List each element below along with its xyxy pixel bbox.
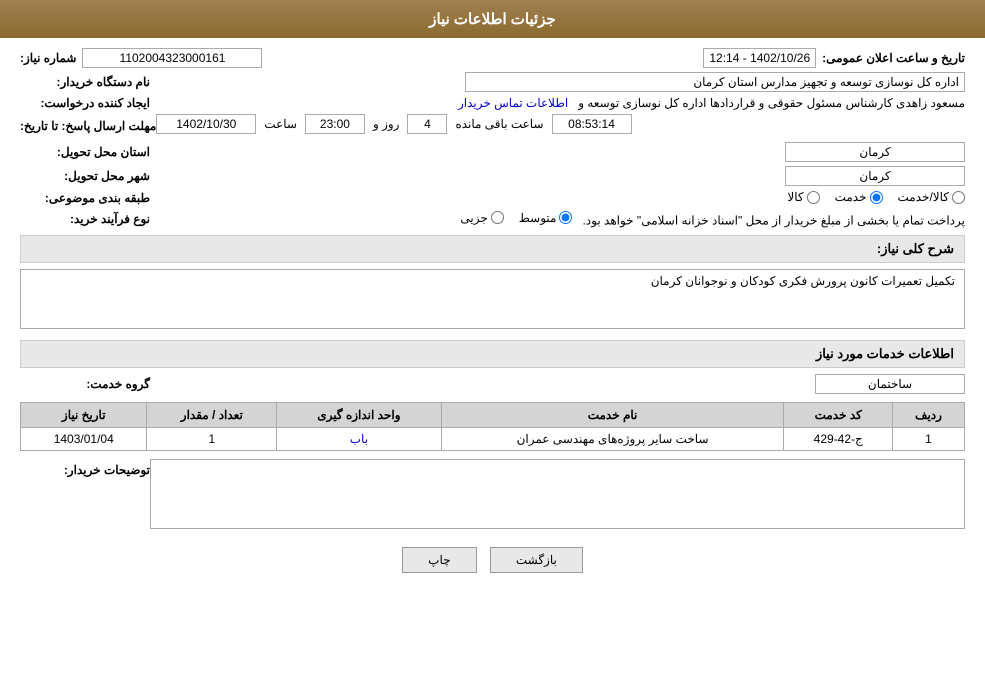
tosifat-label: توضیحات خریدار:: [20, 459, 150, 477]
tarikh-value: 1402/10/26 - 12:14: [703, 48, 816, 68]
tarikh-label: تاریخ و ساعت اعلان عمومی:: [822, 51, 965, 65]
tosifat-row: توضیحات خریدار:: [20, 459, 965, 532]
nam-dastgah-row: اداره کل نوسازی توسعه و تجهیز مدارس استا…: [20, 72, 965, 92]
ostan-row: کرمان استان محل تحویل:: [20, 142, 965, 162]
tabaqe-khadamat-label: خدمت: [835, 190, 867, 204]
ostan-label: استان محل تحویل:: [20, 145, 150, 159]
mande-label: ساعت باقی مانده: [455, 117, 543, 131]
tabaqe-khadamat-radio[interactable]: [870, 191, 883, 204]
cell-kod: ج-42-429: [784, 428, 893, 451]
farayand-radio-group: متوسط جزیی: [460, 211, 572, 225]
shomare-section: 1102004323000161 شماره نیاز:: [20, 48, 262, 68]
main-content: تاریخ و ساعت اعلان عمومی: 1402/10/26 - 1…: [0, 38, 985, 593]
header-title: جزئیات اطلاعات نیاز: [429, 11, 556, 28]
back-button[interactable]: بازگشت: [490, 547, 583, 573]
time-details-row: 08:53:14 ساعت باقی مانده 4 روز و 23:00 س…: [156, 114, 965, 134]
services-table-head: ردیف کد خدمت نام خدمت واحد اندازه گیری ت…: [21, 403, 965, 428]
page-container: جزئیات اطلاعات نیاز تاریخ و ساعت اعلان ع…: [0, 0, 985, 691]
services-table-header-row: ردیف کد خدمت نام خدمت واحد اندازه گیری ت…: [21, 403, 965, 428]
sharh-koli-wrap: تکمیل تعمیرات کانون پرورش فکری کودکان و …: [20, 269, 965, 332]
shahr-value-wrap: کرمان: [150, 166, 965, 186]
mande-value: 08:53:14: [552, 114, 632, 134]
mohlat-date: 1402/10/30: [156, 114, 256, 134]
cell-tedad: 1: [147, 428, 277, 451]
shomare-niaz-value: 1102004323000161: [82, 48, 262, 68]
shahr-value: کرمان: [785, 166, 965, 186]
sharh-koli-value: تکمیل تعمیرات کانون پرورش فکری کودکان و …: [651, 274, 955, 288]
shomare-niaz-label: شماره نیاز:: [20, 51, 76, 65]
sharh-koli-title: شرح کلی نیاز:: [20, 235, 965, 263]
sharh-koli-label: شرح کلی نیاز:: [877, 241, 954, 256]
mohlat-row: 08:53:14 ساعت باقی مانده 4 روز و 23:00 س…: [20, 114, 965, 138]
nam-dastgah-label: نام دستگاه خریدار:: [20, 75, 150, 89]
farayand-jozii-label: جزیی: [460, 211, 487, 225]
tosifat-textarea[interactable]: [150, 459, 965, 529]
khadamat-section-title: اطلاعات خدمات مورد نیاز: [20, 340, 965, 368]
tabaqe-kala-khadamat-radio[interactable]: [952, 191, 965, 204]
saat-value: 23:00: [305, 114, 365, 134]
farayand-motavasset-radio[interactable]: [559, 211, 572, 224]
tabaqe-row: کالا/خدمت خدمت کالا طبقه بندی موضوعی:: [20, 190, 965, 207]
col-nam: نام خدمت: [441, 403, 784, 428]
top-info-row: تاریخ و ساعت اعلان عمومی: 1402/10/26 - 1…: [20, 48, 965, 68]
saat-label: ساعت: [264, 117, 297, 131]
col-vahd: واحد اندازه گیری: [277, 403, 441, 428]
cell-tarikh: 1403/01/04: [21, 428, 147, 451]
tabaqe-options: کالا/خدمت خدمت کالا: [150, 190, 965, 207]
header-bar: جزئیات اطلاعات نیاز: [0, 0, 985, 38]
ostan-value-wrap: کرمان: [150, 142, 965, 162]
grohe-khadamat-value-wrap: ساختمان: [150, 374, 965, 394]
tabaqe-label: طبقه بندی موضوعی:: [20, 191, 150, 205]
col-radif: ردیف: [892, 403, 964, 428]
noe-farayand-label: نوع فرآیند خرید:: [20, 212, 150, 226]
mohlat-label: مهلت ارسال پاسخ: تا تاریخ:: [20, 119, 156, 133]
rooz-label: روز و: [373, 117, 400, 131]
buttons-row: بازگشت چاپ: [20, 547, 965, 573]
tarikh-section: تاریخ و ساعت اعلان عمومی: 1402/10/26 - 1…: [703, 48, 965, 68]
ostan-value: کرمان: [785, 142, 965, 162]
tabaqe-khadamat-item: خدمت: [835, 190, 883, 204]
farayand-note: پرداخت تمام یا بخشی از مبلغ خریدار از مح…: [582, 213, 965, 227]
tosifat-value-wrap: [150, 459, 965, 532]
noe-farayand-row: پرداخت تمام یا بخشی از مبلغ خریدار از مح…: [20, 211, 965, 228]
farayand-motavasset-item: متوسط: [519, 211, 573, 225]
tabaqe-kala-radio[interactable]: [807, 191, 820, 204]
print-button[interactable]: چاپ: [402, 547, 476, 573]
sharh-koli-section: شرح کلی نیاز: تکمیل تعمیرات کانون پرورش …: [20, 235, 965, 332]
services-table: ردیف کد خدمت نام خدمت واحد اندازه گیری ت…: [20, 402, 965, 451]
farayand-jozii-item: جزیی: [460, 211, 503, 225]
cell-nam: ساخت سایر پروژه‌های مهندسی عمران: [441, 428, 784, 451]
grohe-khadamat-row: ساختمان گروه خدمت:: [20, 374, 965, 394]
nam-dastgah-value-wrap: اداره کل نوسازی توسعه و تجهیز مدارس استا…: [150, 72, 965, 92]
noe-farayand-values: پرداخت تمام یا بخشی از مبلغ خریدار از مح…: [150, 211, 965, 228]
mohlat-values: 08:53:14 ساعت باقی مانده 4 روز و 23:00 س…: [156, 114, 965, 138]
grohe-khadamat-label: گروه خدمت:: [20, 377, 150, 391]
col-tarikh: تاریخ نیاز: [21, 403, 147, 428]
shahr-label: شهر محل تحویل:: [20, 169, 150, 183]
col-kod: کد خدمت: [784, 403, 893, 428]
nam-dastgah-value: اداره کل نوسازی توسعه و تجهیز مدارس استا…: [465, 72, 965, 92]
farayand-jozii-radio[interactable]: [491, 211, 504, 224]
cell-vahd: باب: [277, 428, 441, 451]
tabaqe-radio-group: کالا/خدمت خدمت کالا: [787, 190, 965, 204]
ijad-konande-label: ایجاد کننده درخواست:: [20, 96, 150, 110]
tabaqe-kala-item: کالا: [787, 190, 819, 204]
ijad-konande-row: مسعود زاهدی کارشناس مسئول حقوقی و قراردا…: [20, 96, 965, 110]
tabaqe-kala-khadamat-label: کالا/خدمت: [898, 190, 949, 204]
tabaqe-kala-label: کالا: [787, 190, 803, 204]
ettelaat-tamas-link[interactable]: اطلاعات تماس خریدار: [458, 96, 568, 110]
tabaqe-kala-khadamat-item: کالا/خدمت: [898, 190, 965, 204]
shahr-row: کرمان شهر محل تحویل:: [20, 166, 965, 186]
rooz-value: 4: [407, 114, 447, 134]
farayand-motavasset-label: متوسط: [519, 211, 557, 225]
col-tedad: تعداد / مقدار: [147, 403, 277, 428]
cell-radif: 1: [892, 428, 964, 451]
ijad-konande-value-wrap: مسعود زاهدی کارشناس مسئول حقوقی و قراردا…: [150, 96, 965, 110]
table-row: 1 ج-42-429 ساخت سایر پروژه‌های مهندسی عم…: [21, 428, 965, 451]
services-table-body: 1 ج-42-429 ساخت سایر پروژه‌های مهندسی عم…: [21, 428, 965, 451]
grohe-khadamat-value: ساختمان: [815, 374, 965, 394]
ijad-konande-value: مسعود زاهدی کارشناس مسئول حقوقی و قراردا…: [578, 96, 965, 110]
